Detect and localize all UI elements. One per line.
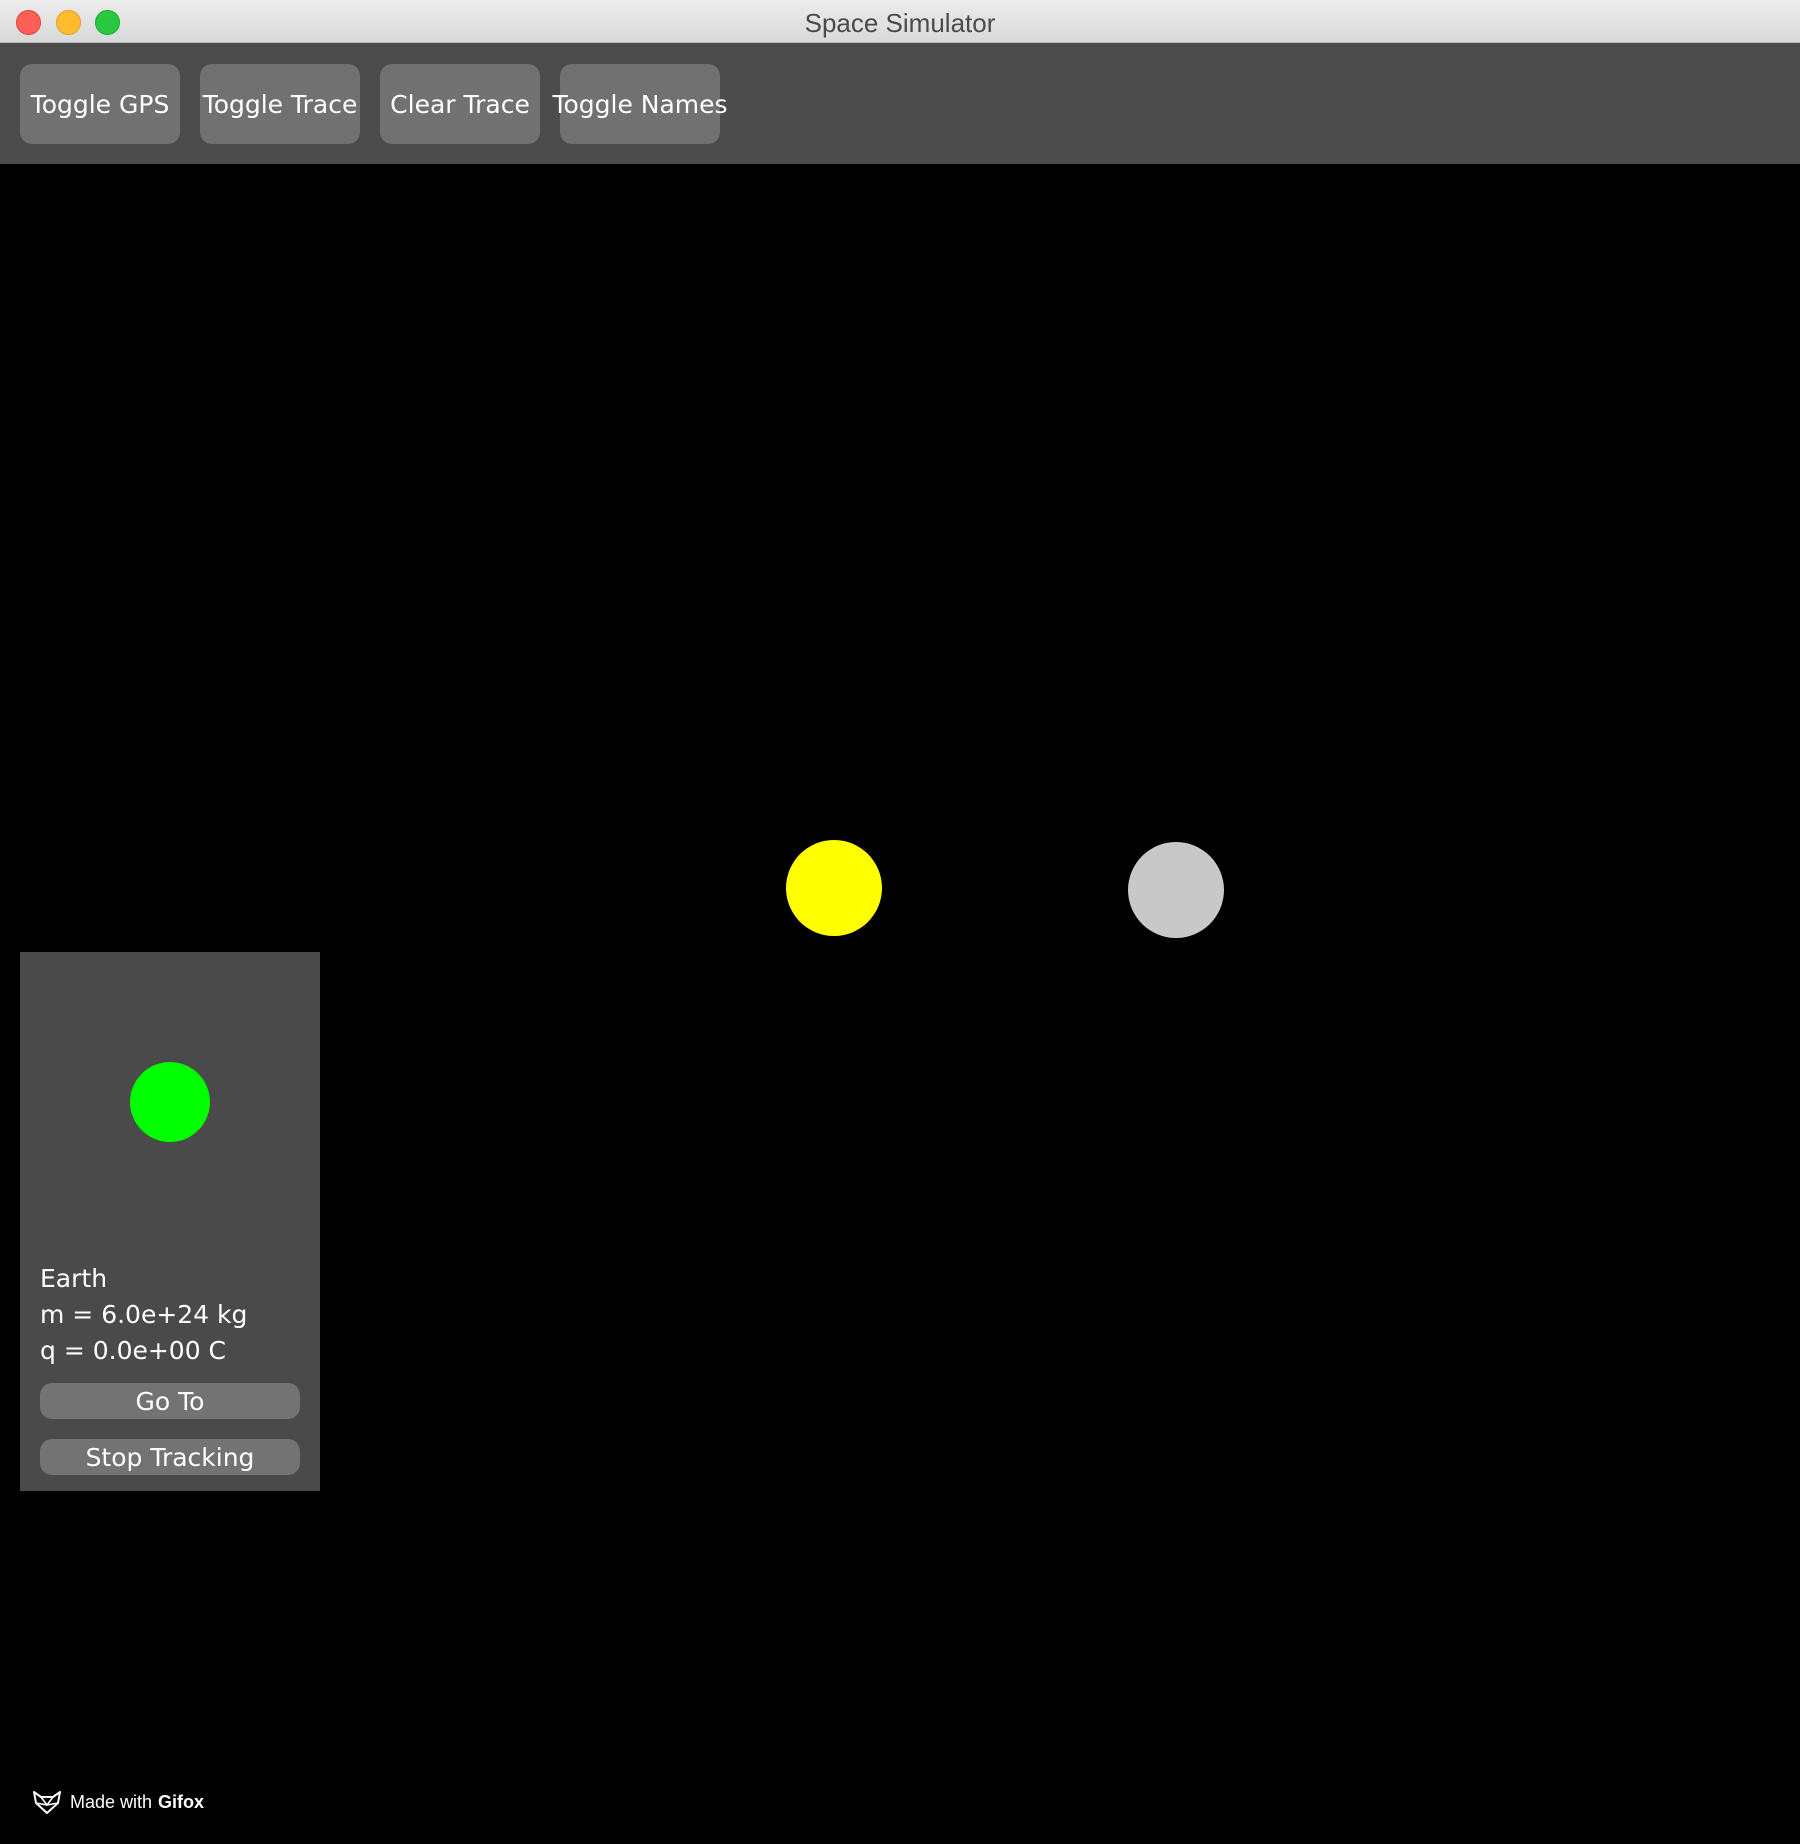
- sun-body[interactable]: [786, 840, 882, 936]
- go-to-button[interactable]: Go To: [40, 1383, 300, 1419]
- body-info-panel: Earth m = 6.0e+24 kg q = 0.0e+00 C Go To…: [20, 952, 320, 1491]
- stop-tracking-button[interactable]: Stop Tracking: [40, 1439, 300, 1475]
- space-canvas[interactable]: Earth m = 6.0e+24 kg q = 0.0e+00 C Go To…: [0, 164, 1800, 1844]
- clear-trace-button[interactable]: Clear Trace: [380, 64, 540, 144]
- body-name: Earth: [40, 1264, 108, 1293]
- toggle-gps-button[interactable]: Toggle GPS: [20, 64, 180, 144]
- watermark-brand: Gifox: [158, 1791, 205, 1812]
- fox-icon: [33, 1791, 61, 1814]
- app-window: Space Simulator Toggle GPS Toggle Trace …: [0, 0, 1800, 1844]
- title-bar: Space Simulator: [0, 0, 1800, 43]
- toggle-trace-button[interactable]: Toggle Trace: [200, 64, 360, 144]
- body-charge: q = 0.0e+00 C: [40, 1336, 227, 1365]
- moon-body[interactable]: [1128, 842, 1224, 938]
- toolbar: Toggle GPS Toggle Trace Clear Trace Togg…: [0, 43, 1800, 164]
- toggle-names-button[interactable]: Toggle Names: [552, 64, 728, 144]
- gifox-watermark: Made with Gifox: [32, 1788, 204, 1816]
- body-mass: m = 6.0e+24 kg: [40, 1300, 248, 1329]
- watermark-prefix: Made with: [70, 1791, 153, 1812]
- window-title: Space Simulator: [804, 8, 996, 38]
- earth-preview: [130, 1062, 210, 1142]
